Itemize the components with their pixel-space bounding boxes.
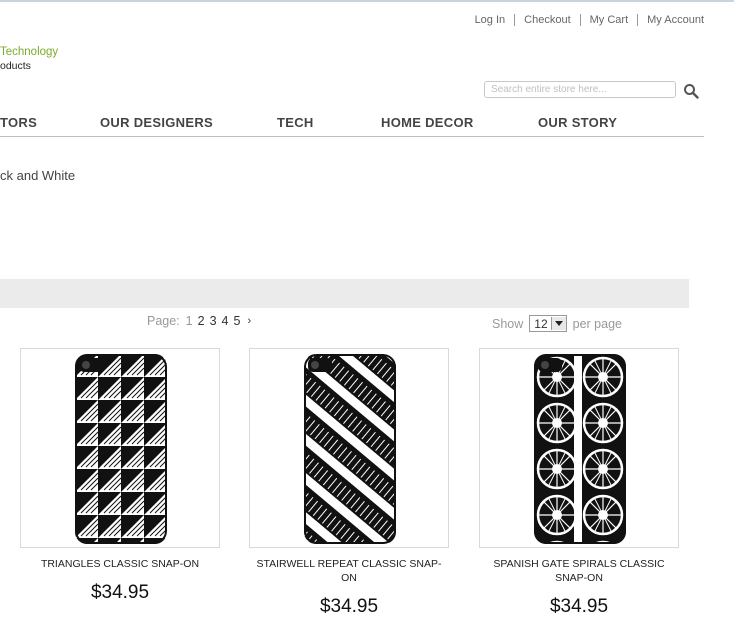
my-account-link[interactable]: My Account [637, 14, 704, 26]
product-card: SPANISH GATE SPIRALS CLASSIC SNAP-ON $34… [479, 348, 679, 618]
nav-item-our-story[interactable]: OUR STORY [538, 115, 617, 130]
checkout-link[interactable]: Checkout [514, 14, 579, 26]
product-image-link[interactable] [249, 348, 449, 548]
product-name-link[interactable]: SPANISH GATE SPIRALS CLASSIC SNAP-ON [479, 557, 679, 585]
page-5[interactable]: 5 [233, 314, 240, 328]
product-price: $34.95 [319, 596, 379, 617]
product-card: TRIANGLES CLASSIC SNAP-ON $34.95 [20, 348, 220, 604]
nav-item-home-decor[interactable]: HOME DECOR [381, 115, 474, 130]
nav-item-tech[interactable]: TECH [277, 115, 314, 130]
page-1: 1 [185, 314, 193, 328]
per-page-value: 12 [534, 316, 548, 331]
main-nav: TORS OUR DESIGNERS TECH HOME DECOR OUR S… [0, 109, 704, 137]
page-4[interactable]: 4 [222, 314, 229, 328]
phone-case-image [75, 354, 167, 544]
store-logo[interactable]: Technology oducts [0, 45, 58, 73]
product-price: $34.95 [549, 596, 609, 617]
per-page-suffix: per page [572, 316, 622, 331]
phone-case-image [304, 354, 396, 544]
search-icon[interactable] [683, 83, 699, 99]
product-image-link[interactable] [20, 348, 220, 548]
page-2[interactable]: 2 [198, 314, 205, 328]
account-links: Log In Checkout My Cart My Account [466, 14, 704, 26]
pager: Page: 1 2 3 4 5 › [147, 314, 251, 328]
per-page-control: Show 12 per page [492, 315, 622, 332]
phone-case-image [534, 354, 626, 544]
logo-tagline: Technology [0, 46, 59, 58]
product-price: $34.95 [90, 582, 150, 603]
search-input[interactable] [484, 81, 676, 98]
pager-label: Page: [147, 314, 180, 328]
category-title: ck and White [0, 168, 76, 183]
chevron-down-icon[interactable] [550, 317, 566, 330]
per-page-select[interactable]: 12 [529, 315, 567, 332]
product-image-link[interactable] [479, 348, 679, 548]
logo-subtitle: oducts [0, 60, 31, 72]
product-name-link[interactable]: TRIANGLES CLASSIC SNAP-ON [20, 557, 220, 571]
top-border [0, 0, 734, 2]
my-cart-link[interactable]: My Cart [579, 14, 638, 26]
login-link[interactable]: Log In [466, 14, 515, 26]
product-name-link[interactable]: STAIRWELL REPEAT CLASSIC SNAP-ON [249, 557, 449, 585]
toolbar-band [0, 279, 689, 308]
nav-item-creators[interactable]: TORS [0, 115, 37, 130]
chevron-right-icon[interactable]: › [247, 315, 251, 327]
page-3[interactable]: 3 [210, 314, 217, 328]
show-label: Show [492, 316, 524, 331]
nav-item-our-designers[interactable]: OUR DESIGNERS [100, 115, 213, 130]
product-card: STAIRWELL REPEAT CLASSIC SNAP-ON $34.95 [249, 348, 449, 618]
